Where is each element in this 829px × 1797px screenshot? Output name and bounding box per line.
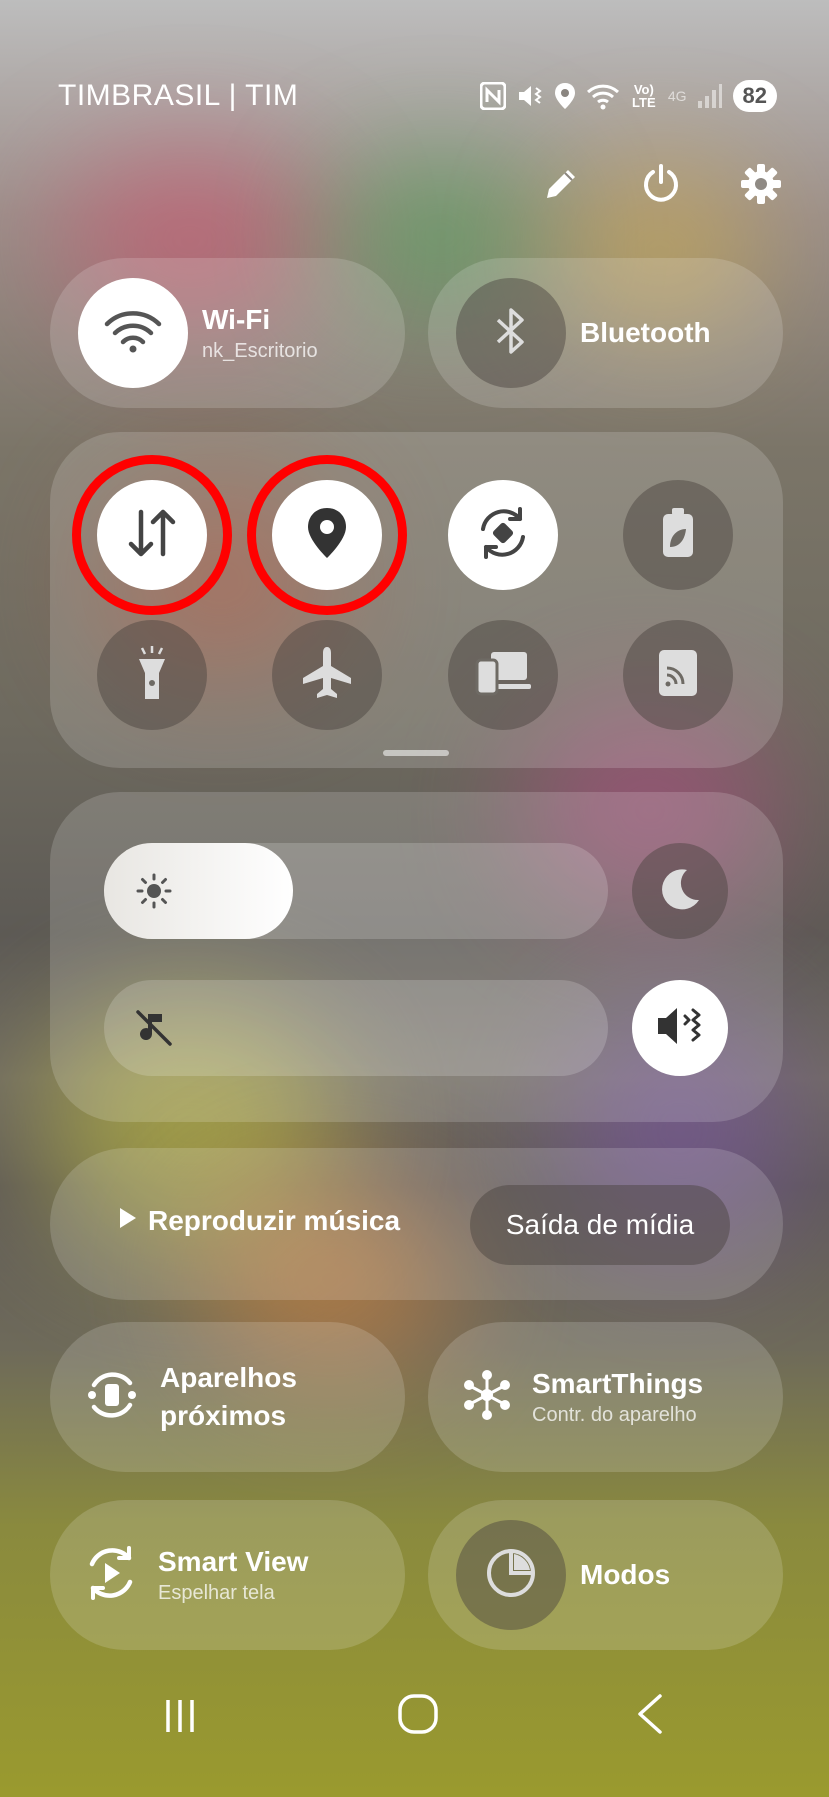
wifi-toggle[interactable] — [78, 278, 188, 388]
wifi-icon — [104, 308, 162, 359]
recents-icon — [160, 1696, 200, 1741]
wifi-label: Wi-Fi — [202, 303, 271, 335]
airplane-icon — [299, 645, 355, 706]
night-mode-button[interactable] — [632, 843, 728, 939]
wifi-tile[interactable]: Wi-Fi nk_Escritorio — [50, 258, 405, 408]
power-saving-toggle[interactable] — [623, 480, 733, 590]
status-bar: TIMBRASIL | TIM Vo) LTE 4G 82 — [58, 72, 777, 120]
media-output-label: Saída de mídia — [505, 1209, 695, 1240]
devices-icon — [475, 650, 531, 701]
modes-label: Modos — [580, 1559, 671, 1590]
brightness-icon — [136, 873, 172, 914]
bluetooth-icon — [494, 306, 528, 361]
nearby-devices-label-line1: Aparelhos — [160, 1362, 297, 1393]
highlight-ring-mobile-data — [72, 455, 232, 615]
smart-view-icon — [82, 1544, 140, 1607]
vibrate-mode-icon — [655, 1004, 705, 1053]
nfc-icon — [479, 82, 506, 110]
music-muted-icon — [134, 1008, 174, 1053]
settings-icon[interactable] — [737, 160, 785, 208]
nearby-devices-label-line2: próximos — [160, 1400, 287, 1431]
page-indicator — [383, 750, 449, 756]
play-music-label: Reproduzir música — [148, 1205, 401, 1236]
battery-leaf-icon — [660, 507, 696, 564]
top-actions — [537, 160, 785, 208]
carrier-name: TIMBRASIL | TIM — [58, 79, 299, 112]
modes-icon — [484, 1546, 538, 1605]
smart-view-tile[interactable]: Smart View Espelhar tela — [50, 1500, 405, 1650]
brightness-fill — [104, 843, 293, 939]
smart-view-label: Smart View — [158, 1545, 309, 1577]
back-button[interactable] — [630, 1692, 670, 1741]
nearby-devices-tile[interactable]: Aparelhos próximos — [50, 1322, 405, 1472]
brightness-slider[interactable] — [104, 843, 608, 939]
media-output-button[interactable]: Saída de mídia — [470, 1185, 730, 1265]
media-volume-slider[interactable] — [104, 980, 608, 1076]
wifi-calling-icon — [586, 82, 620, 110]
edit-icon[interactable] — [537, 160, 585, 208]
modes-tile[interactable]: Modos — [428, 1500, 783, 1650]
nearby-devices-icon — [82, 1365, 142, 1430]
auto-rotate-toggle[interactable] — [448, 480, 558, 590]
cast-icon — [657, 648, 699, 703]
bluetooth-toggle[interactable] — [456, 278, 566, 388]
flashlight-icon — [137, 645, 167, 706]
highlight-ring-location — [247, 455, 407, 615]
play-icon — [118, 1205, 138, 1237]
power-icon[interactable] — [637, 160, 685, 208]
recents-button[interactable] — [160, 1696, 200, 1741]
location-icon — [554, 82, 576, 110]
moon-icon — [657, 866, 703, 917]
vibrate-icon — [516, 82, 544, 110]
smart-view-cast-toggle[interactable] — [623, 620, 733, 730]
bluetooth-label: Bluetooth — [580, 317, 711, 348]
modes-toggle[interactable] — [456, 1520, 566, 1630]
status-icons: Vo) LTE 4G 82 — [479, 80, 777, 112]
battery-indicator: 82 — [732, 80, 777, 112]
back-icon — [630, 1692, 670, 1741]
smart-view-sub: Espelhar tela — [158, 1581, 275, 1604]
smartthings-icon — [460, 1368, 514, 1427]
bluetooth-tile[interactable]: Bluetooth — [428, 258, 783, 408]
smartthings-sub: Contr. do aparelho — [532, 1403, 697, 1426]
play-music-button[interactable]: Reproduzir música — [118, 1205, 400, 1237]
network-type-label: 4G — [667, 88, 687, 104]
auto-rotate-icon — [473, 503, 533, 568]
signal-icon — [697, 83, 723, 109]
smartthings-label: SmartThings — [532, 1367, 704, 1399]
home-button[interactable] — [396, 1692, 440, 1741]
sound-mode-button[interactable] — [632, 980, 728, 1076]
airplane-mode-toggle[interactable] — [272, 620, 382, 730]
volte-icon: Vo) LTE — [632, 82, 656, 110]
home-icon — [396, 1692, 440, 1741]
wifi-network-name: nk_Escritorio — [202, 339, 318, 362]
flashlight-toggle[interactable] — [97, 620, 207, 730]
smartthings-tile[interactable]: SmartThings Contr. do aparelho — [428, 1322, 783, 1472]
link-to-windows-toggle[interactable] — [448, 620, 558, 730]
